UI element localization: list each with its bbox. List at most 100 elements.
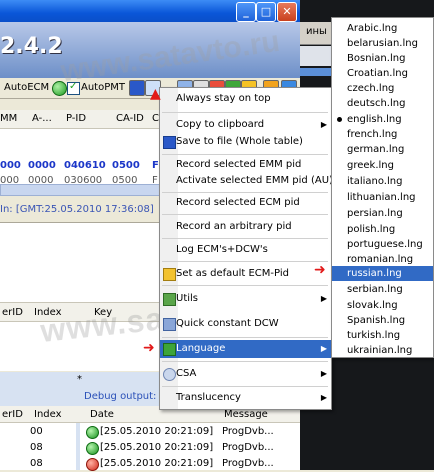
ok-status-icon (86, 426, 99, 439)
log-date: [25.05.2010 20:21:09] (100, 442, 214, 453)
maximize-icon: □ (260, 5, 272, 18)
horizontal-scrollbar[interactable] (0, 184, 162, 196)
column-header[interactable]: A-... (32, 113, 52, 124)
column-header[interactable]: C (152, 113, 159, 124)
table-cell: 040610 (64, 160, 106, 171)
index-cell: 00 (30, 426, 43, 437)
language-item[interactable]: french.lng (332, 127, 433, 142)
column-header[interactable]: P-ID (66, 113, 86, 124)
language-item[interactable]: Arabic.lng (332, 21, 433, 36)
language-label: german.lng (347, 144, 405, 155)
language-item[interactable]: polish.lng (332, 222, 433, 237)
version-label: 2.4.2 (0, 34, 63, 59)
ok-status-icon (86, 442, 99, 455)
menu-separator (162, 285, 328, 286)
language-item[interactable]: ukrainian.lng (332, 343, 433, 358)
column-header[interactable]: erID (2, 307, 23, 318)
language-label: romanian.lng (347, 254, 414, 265)
menu-item-label: Set as default ECM-Pid (176, 268, 289, 279)
maximize-button[interactable]: □ (256, 2, 276, 22)
menu-item-translucency[interactable]: Translucency ▶ (160, 389, 331, 407)
csa-icon (163, 368, 176, 381)
language-label: Croatian.lng (347, 68, 408, 79)
language-item[interactable]: Bosnian.lng (332, 51, 433, 66)
menu-item-label: CSA (176, 368, 197, 379)
table-cell: 000 (0, 160, 21, 171)
menu-item-label: Utils (176, 293, 199, 304)
language-item[interactable]: turkish.lng (332, 328, 433, 343)
column-header[interactable]: CA-ID (116, 113, 144, 124)
submenu-arrow-icon: ▶ (320, 344, 327, 353)
dcw-icon (163, 318, 176, 331)
language-item[interactable]: slovak.lng (332, 298, 433, 313)
menu-item-label: Record an arbitrary pid (176, 221, 292, 232)
menu-item-label: Record selected EMM pid (176, 159, 302, 170)
red-arrow-icon: ➜ (143, 340, 155, 356)
language-item[interactable]: serbian.lng (332, 282, 433, 297)
language-item[interactable]: czech.lng (332, 81, 433, 96)
column-header[interactable]: erID (2, 409, 23, 420)
table-cell: 0500 (112, 160, 140, 171)
utils-icon (163, 293, 176, 306)
language-item-highlighted[interactable]: russian.lng (332, 266, 433, 281)
language-item[interactable]: italiano.lng (332, 174, 433, 189)
language-item[interactable]: persian.lng (332, 206, 433, 221)
language-item[interactable]: romanian.lng (332, 252, 433, 267)
menu-item-utils[interactable]: Utils ▶ (160, 290, 331, 308)
close-button[interactable]: ✕ (277, 2, 297, 22)
language-label: russian.lng (347, 268, 402, 279)
window-titlebar[interactable]: _ □ ✕ (0, 0, 300, 22)
language-item[interactable]: deutsch.lng (332, 96, 433, 111)
save-icon (163, 136, 176, 149)
language-label: portuguese.lng (347, 239, 423, 250)
menu-item-csa[interactable]: CSA ▶ (160, 365, 331, 383)
background-strip-text: ины (306, 26, 327, 37)
menu-item-label: Copy to clipboard (176, 119, 265, 130)
column-header[interactable]: Index (34, 409, 62, 420)
menu-separator (162, 386, 328, 387)
language-item[interactable]: portuguese.lng (332, 237, 433, 252)
menu-item-log-ecm[interactable]: Log ECM's+DCW's (160, 241, 331, 259)
menu-separator (162, 361, 328, 362)
menu-item-label: Always stay on top (176, 93, 271, 104)
menu-item-quick-dcw[interactable]: Quick constant DCW (160, 315, 331, 333)
menu-item-label: Quick constant DCW (176, 318, 279, 329)
menu-separator (162, 261, 328, 262)
language-label: belarusian.lng (347, 38, 418, 49)
log-message: ProgDvb... (222, 458, 274, 469)
language-label: deutsch.lng (347, 98, 406, 109)
minimize-button[interactable]: _ (236, 2, 256, 22)
menu-item-label: Save to file (Whole table) (176, 136, 303, 147)
language-item[interactable]: greek.lng (332, 158, 433, 173)
menu-item-language[interactable]: Language ▶ (160, 340, 331, 358)
menu-item-label: Language (176, 343, 226, 354)
column-header[interactable]: Message (224, 409, 268, 420)
language-label: ukrainian.lng (347, 345, 413, 356)
menu-item-label: Record selected ECM pid (176, 197, 300, 208)
language-item-selected[interactable]: english.lng (332, 112, 433, 127)
menu-item-activate-emm[interactable]: Activate selected EMM pid (AU) (160, 172, 333, 190)
language-item[interactable]: lithuanian.lng (332, 190, 433, 205)
language-label: Arabic.lng (347, 23, 398, 34)
log-row[interactable]: 00 [25.05.2010 20:21:09] ProgDvb... (0, 424, 300, 440)
language-item[interactable]: belarusian.lng (332, 36, 433, 51)
menu-item-always-on-top[interactable]: Always stay on top (160, 90, 331, 108)
menu-item-default-ecm[interactable]: Set as default ECM-Pid (160, 265, 331, 283)
language-item[interactable]: Croatian.lng (332, 66, 433, 81)
column-header[interactable]: MM (0, 113, 17, 124)
menu-item-save-to-file[interactable]: Save to file (Whole table) (160, 133, 331, 151)
menu-item-record-arbitrary[interactable]: Record an arbitrary pid (160, 218, 331, 236)
log-row[interactable]: 08 [25.05.2010 20:21:09] ProgDvb... (0, 440, 300, 456)
language-item[interactable]: Spanish.lng (332, 313, 433, 328)
save-icon[interactable] (129, 80, 145, 96)
column-header[interactable]: Date (90, 409, 114, 420)
submenu-arrow-icon: ▶ (320, 369, 327, 378)
language-item[interactable]: german.lng (332, 142, 433, 157)
auto-ecm-label[interactable]: AutoECM (4, 82, 49, 93)
menu-item-copy-to-clipboard[interactable]: Copy to clipboard ▶ (160, 116, 331, 134)
minimize-icon: _ (243, 5, 249, 18)
menu-separator (162, 238, 328, 239)
log-date: [25.05.2010 20:21:09] (100, 426, 214, 437)
menu-item-record-ecm[interactable]: Record selected ECM pid (160, 194, 331, 212)
language-label: english.lng (347, 114, 402, 125)
